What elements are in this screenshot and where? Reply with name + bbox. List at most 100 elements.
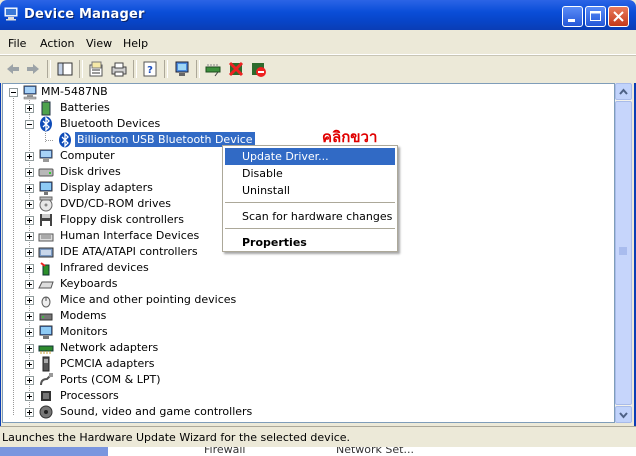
processor-icon — [41, 391, 51, 401]
scroll-down-button[interactable] — [615, 406, 632, 423]
maximize-icon — [590, 11, 601, 21]
expand-toggle[interactable] — [25, 344, 34, 353]
help-icon[interactable]: ? — [141, 60, 159, 78]
tree-item-label: Sound, video and game controllers — [60, 405, 253, 418]
expand-toggle[interactable] — [25, 104, 34, 113]
pcmcia-icon — [42, 356, 50, 372]
chevron-up-icon — [619, 88, 628, 95]
collapse-toggle[interactable] — [9, 88, 18, 97]
vertical-scrollbar[interactable] — [615, 83, 632, 423]
port-icon — [40, 373, 53, 386]
expand-toggle[interactable] — [25, 200, 34, 209]
battery-icon — [41, 100, 51, 116]
tree-item[interactable]: Processors — [3, 388, 603, 404]
background-text-network: Network Set... — [336, 447, 414, 456]
bluetooth-icon — [40, 116, 52, 132]
scroll-thumb[interactable] — [615, 101, 632, 405]
minimize-button[interactable] — [562, 6, 583, 27]
expand-toggle[interactable] — [25, 264, 34, 273]
tree-item-label: Modems — [60, 309, 107, 322]
scroll-up-button[interactable] — [615, 83, 632, 100]
background-window-fragment: Firewall Network Set... — [0, 447, 636, 456]
menu-item-update-driver[interactable]: Update Driver... — [225, 148, 395, 165]
chevron-down-icon — [619, 412, 628, 419]
menu-item-uninstall[interactable]: Uninstall — [225, 182, 395, 199]
collapse-toggle[interactable] — [25, 120, 34, 129]
tree-item[interactable]: PCMCIA adapters — [3, 356, 603, 372]
device-tree[interactable]: MM-5487NB Batteries Bluetooth Devices Bi… — [2, 83, 615, 423]
tree-item[interactable]: Infrared devices — [3, 260, 603, 276]
expand-toggle[interactable] — [25, 232, 34, 241]
tree-item[interactable]: Sound, video and game controllers — [3, 404, 603, 420]
menu-item-disable[interactable]: Disable — [225, 165, 395, 182]
status-text: Launches the Hardware Update Wizard for … — [2, 431, 351, 444]
close-button[interactable] — [608, 6, 629, 27]
device-manager-icon — [4, 7, 18, 21]
toolbar-separator — [164, 60, 168, 78]
minimize-icon — [568, 19, 575, 22]
menu-separator — [225, 202, 395, 203]
show-hide-tree-icon[interactable] — [56, 60, 74, 78]
ide-icon — [38, 247, 54, 258]
expand-toggle[interactable] — [25, 152, 34, 161]
tree-item[interactable]: Keyboards — [3, 276, 603, 292]
expand-toggle[interactable] — [25, 248, 34, 257]
expand-toggle[interactable] — [25, 216, 34, 225]
print-icon[interactable] — [110, 60, 128, 78]
update-driver-icon[interactable] — [204, 60, 222, 78]
tree-item[interactable]: Monitors — [3, 324, 603, 340]
menu-item-scan-hardware[interactable]: Scan for hardware changes — [225, 208, 395, 225]
close-icon — [613, 11, 624, 22]
tree-item-label: Infrared devices — [60, 261, 149, 274]
expand-toggle[interactable] — [25, 392, 34, 401]
background-panel — [0, 447, 108, 456]
scan-hardware-icon[interactable] — [173, 60, 191, 78]
tree-item-label: Bluetooth Devices — [60, 117, 161, 130]
computer-icon — [23, 85, 37, 100]
tree-item-label: Computer — [60, 149, 115, 162]
expand-toggle[interactable] — [25, 408, 34, 417]
menu-item-properties[interactable]: Properties — [225, 234, 395, 251]
back-icon[interactable] — [4, 60, 22, 78]
expand-toggle[interactable] — [25, 296, 34, 305]
tree-item-label: Monitors — [60, 325, 108, 338]
window-title: Device Manager — [24, 7, 145, 22]
expand-toggle[interactable] — [25, 360, 34, 369]
title-bar[interactable]: Device Manager — [0, 0, 636, 30]
toolbar-separator — [79, 60, 83, 78]
expand-toggle[interactable] — [25, 376, 34, 385]
tree-item-bluetooth-devices[interactable]: Bluetooth Devices — [3, 116, 603, 132]
monitor-icon — [39, 325, 53, 339]
tree-item[interactable]: Mice and other pointing devices — [3, 292, 603, 308]
forward-icon[interactable] — [24, 60, 42, 78]
svg-text:?: ? — [147, 65, 153, 76]
toolbar: ? — [0, 55, 636, 83]
window-frame-left — [0, 30, 1, 446]
expand-toggle[interactable] — [25, 312, 34, 321]
tree-root-label: MM-5487NB — [41, 85, 108, 98]
menu-view[interactable]: View — [86, 37, 112, 50]
disk-icon — [38, 168, 54, 177]
tree-item[interactable]: Ports (COM & LPT) — [3, 372, 603, 388]
tree-item-label: Mice and other pointing devices — [60, 293, 237, 306]
tree-item-batteries[interactable]: Batteries — [3, 100, 603, 116]
bluetooth-icon — [59, 132, 71, 148]
disable-icon[interactable] — [249, 60, 267, 78]
menu-action[interactable]: Action — [40, 37, 74, 50]
tree-item-label: IDE ATA/ATAPI controllers — [60, 245, 198, 258]
menu-help[interactable]: Help — [123, 37, 148, 50]
expand-toggle[interactable] — [25, 328, 34, 337]
expand-toggle[interactable] — [25, 280, 34, 289]
maximize-button[interactable] — [585, 6, 606, 27]
expand-toggle[interactable] — [25, 184, 34, 193]
menu-file[interactable]: File — [8, 37, 26, 50]
properties-icon[interactable] — [87, 60, 105, 78]
expand-toggle[interactable] — [25, 168, 34, 177]
tree-item[interactable]: Network adapters — [3, 340, 603, 356]
tree-item-label: Network adapters — [60, 341, 159, 354]
tree-root[interactable]: MM-5487NB — [3, 84, 603, 100]
uninstall-icon[interactable] — [227, 60, 245, 78]
computer-icon — [39, 149, 53, 162]
tree-item-label: Keyboards — [60, 277, 118, 290]
tree-item[interactable]: Modems — [3, 308, 603, 324]
